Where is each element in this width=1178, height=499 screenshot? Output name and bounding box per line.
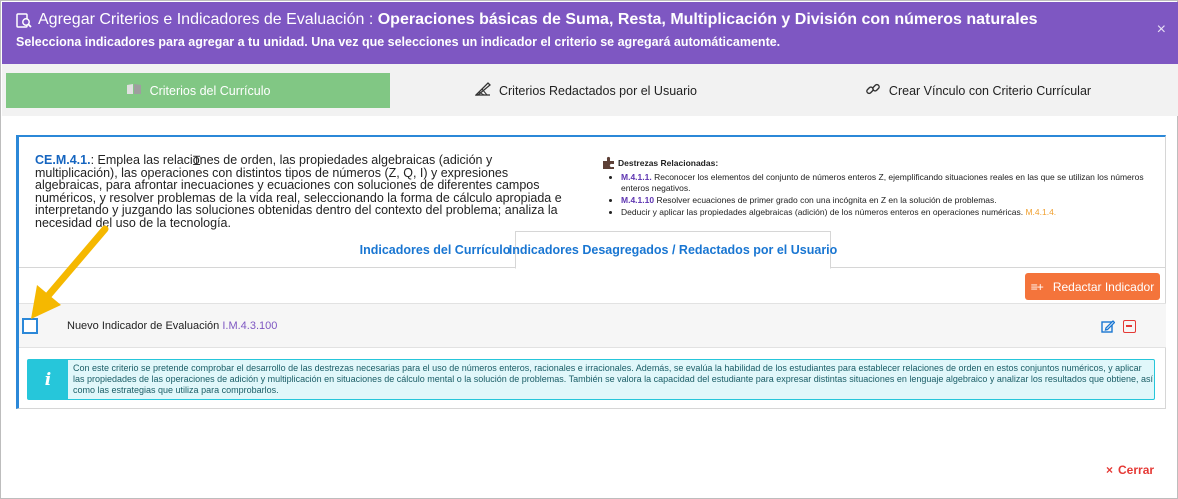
tab-label: Criterios Redactados por el Usuario xyxy=(498,83,697,98)
indicator-text: Nuevo Indicador de Evaluación xyxy=(67,320,223,332)
skill-code: M.4.1.10 xyxy=(621,195,655,205)
link-icon xyxy=(865,81,881,100)
skill-text: Deducir y aplicar las propiedades algebr… xyxy=(621,207,1026,217)
criterion-panel: CE.M.4.1.: Emplea las relaciones de orde… xyxy=(16,135,1166,409)
modal-dialog: Agregar Criterios e Indicadores de Evalu… xyxy=(0,0,1178,499)
modal-subtitle: Selecciona indicadores para agregar a tu… xyxy=(16,35,781,49)
skill-item: M.4.1.10 Resolver ecuaciones de primer g… xyxy=(621,195,1162,206)
skill-code: M.4.1.1. xyxy=(621,172,652,182)
modal-title-topic: Operaciones básicas de Suma, Resta, Mult… xyxy=(377,11,1038,28)
indicator-row: Nuevo Indicador de Evaluación I.M.4.3.10… xyxy=(19,303,1166,348)
search-document-icon xyxy=(16,13,32,28)
related-skills-list: M.4.1.1. Reconocer los elementos del con… xyxy=(621,172,1162,218)
criterion-text: : Emplea las relaciones de orden, las pr… xyxy=(35,153,562,230)
related-skills: Destrezas Relacionadas: M.4.1.1. Reconoc… xyxy=(602,156,1162,219)
tab-indicadores-desagregados[interactable]: Indicadores Desagregados / Redactados po… xyxy=(509,231,837,269)
tab-indicadores-curriculo[interactable]: Indicadores del Currículo xyxy=(355,231,515,268)
related-skills-title: Destrezas Relacionadas: xyxy=(618,157,719,168)
text-cursor-icon: Ɪ xyxy=(193,153,201,168)
redactar-indicador-button[interactable]: ≡+ Redactar Indicador xyxy=(1025,273,1160,300)
tab-label: Crear Vínculo con Criterio Currícular xyxy=(888,83,1092,98)
tab-criterios-usuario[interactable]: Criterios Redactados por el Usuario xyxy=(390,73,782,108)
criterion-description: CE.M.4.1.: Emplea las relaciones de orde… xyxy=(35,154,571,229)
indicator-label: Nuevo Indicador de Evaluación I.M.4.3.10… xyxy=(67,320,277,332)
book-icon xyxy=(126,83,142,98)
edit-icon[interactable] xyxy=(1101,319,1115,333)
puzzle-icon xyxy=(603,156,614,169)
skill-item: M.4.1.1. Reconocer los elementos del con… xyxy=(621,172,1162,194)
indicator-code: I.M.4.3.100 xyxy=(222,320,278,332)
indicator-checkbox[interactable] xyxy=(22,318,38,334)
criteria-tabs: Criterios del Currículo Criterios Redact… xyxy=(2,64,1178,116)
modal-header: Agregar Criterios e Indicadores de Evalu… xyxy=(2,2,1178,64)
close-button-label: Cerrar xyxy=(1118,463,1155,477)
tab-crear-vinculo[interactable]: Crear Vínculo con Criterio Currícular xyxy=(782,73,1174,108)
close-icon[interactable]: × xyxy=(1157,20,1166,40)
modal-title-prefix: Agregar Criterios e Indicadores de Evalu… xyxy=(38,11,378,28)
close-x-icon: × xyxy=(1106,463,1114,477)
related-skills-heading: Destrezas Relacionadas: xyxy=(602,156,1162,170)
skill-text: Resolver ecuaciones de primer grado con … xyxy=(654,195,997,205)
skill-text: Reconocer los elementos del conjunto de … xyxy=(621,172,1144,193)
close-button[interactable]: × Cerrar xyxy=(1106,463,1154,477)
tab-label: Criterios del Currículo xyxy=(149,83,271,98)
remove-icon[interactable] xyxy=(1123,320,1136,333)
edit-draw-icon xyxy=(474,82,491,99)
tab-criterios-curriculo[interactable]: Criterios del Currículo xyxy=(6,73,390,108)
modal-title: Agregar Criterios e Indicadores de Evalu… xyxy=(38,11,1038,29)
redactar-indicador-label: Redactar Indicador xyxy=(1052,279,1155,294)
skill-item: Deducir y aplicar las propiedades algebr… xyxy=(621,207,1162,218)
indicator-tabs: Indicadores del Currículo Indicadores De… xyxy=(19,231,1166,269)
criterion-info-box: i Con este criterio se pretende comproba… xyxy=(27,359,1155,400)
info-text: Con este criterio se pretende comprobar … xyxy=(73,363,1153,395)
info-icon: i xyxy=(28,360,68,399)
skill-code-suffix: M.4.1.4. xyxy=(1025,207,1057,217)
list-add-icon: ≡+ xyxy=(1030,279,1044,294)
